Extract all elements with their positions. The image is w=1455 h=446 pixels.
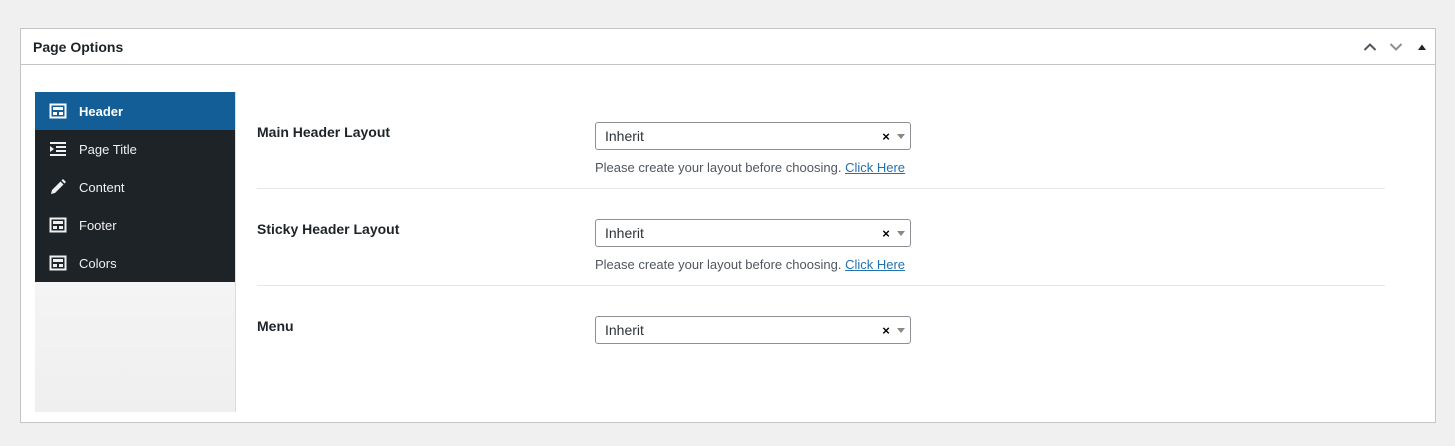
chevron-down-icon: [1389, 42, 1403, 51]
clear-selection-button[interactable]: ×: [880, 129, 892, 144]
chevron-up-icon: [1363, 42, 1377, 51]
sidebar-item-label: Header: [79, 103, 124, 119]
pencil-icon: [49, 178, 67, 196]
sidebar-item-header[interactable]: Header: [35, 92, 235, 130]
clear-selection-button[interactable]: ×: [880, 323, 892, 338]
hint-text: Please create your layout before choosin…: [595, 160, 842, 175]
main-header-layout-select[interactable]: Inherit ×: [595, 122, 911, 150]
layout-icon: [49, 102, 67, 120]
metabox-header: Page Options: [21, 29, 1435, 65]
sidebar-item-label: Page Title: [79, 141, 137, 157]
click-here-link[interactable]: Click Here: [845, 160, 905, 175]
layout-icon: [49, 216, 67, 234]
clear-selection-button[interactable]: ×: [880, 226, 892, 241]
indent-icon: [49, 140, 67, 158]
dropdown-arrow-icon[interactable]: [892, 133, 910, 139]
sidebar-item-label: Footer: [79, 217, 117, 233]
field-row-menu: Menu Inherit ×: [257, 286, 1385, 382]
move-down-button[interactable]: [1383, 29, 1409, 65]
dropdown-arrow-icon[interactable]: [892, 327, 910, 333]
field-row-main-header-layout: Main Header Layout Inherit × Please crea…: [257, 92, 1385, 189]
metabox-actions: [1357, 29, 1435, 64]
layout-icon: [49, 254, 67, 272]
menu-select[interactable]: Inherit ×: [595, 316, 911, 344]
click-here-link[interactable]: Click Here: [845, 257, 905, 272]
move-up-button[interactable]: [1357, 29, 1383, 65]
select-value: Inherit: [605, 128, 644, 144]
sidebar-item-label: Content: [79, 179, 125, 195]
options-sidebar: Header Page Title Content Footer Colors: [35, 92, 236, 412]
metabox-title: Page Options: [33, 38, 124, 55]
toggle-panel-button[interactable]: [1409, 29, 1435, 65]
field-hint: Please create your layout before choosin…: [595, 160, 905, 175]
dropdown-arrow-icon[interactable]: [892, 230, 910, 236]
sidebar-item-colors[interactable]: Colors: [35, 244, 235, 282]
field-label: Main Header Layout: [257, 124, 391, 140]
sticky-header-layout-select[interactable]: Inherit ×: [595, 219, 911, 247]
select-value: Inherit: [605, 322, 644, 338]
sidebar-item-footer[interactable]: Footer: [35, 206, 235, 244]
select-value: Inherit: [605, 225, 644, 241]
sidebar-item-label: Colors: [79, 255, 117, 271]
page-options-metabox: Page Options Header Page Title Content F…: [20, 28, 1436, 423]
triangle-up-icon: [1418, 44, 1426, 50]
sidebar-item-content[interactable]: Content: [35, 168, 235, 206]
sidebar-item-page-title[interactable]: Page Title: [35, 130, 235, 168]
field-row-sticky-header-layout: Sticky Header Layout Inherit × Please cr…: [257, 189, 1385, 286]
field-label: Menu: [257, 318, 294, 334]
field-label: Sticky Header Layout: [257, 221, 400, 237]
hint-text: Please create your layout before choosin…: [595, 257, 842, 272]
field-hint: Please create your layout before choosin…: [595, 257, 905, 272]
header-options-panel: Main Header Layout Inherit × Please crea…: [257, 92, 1385, 382]
